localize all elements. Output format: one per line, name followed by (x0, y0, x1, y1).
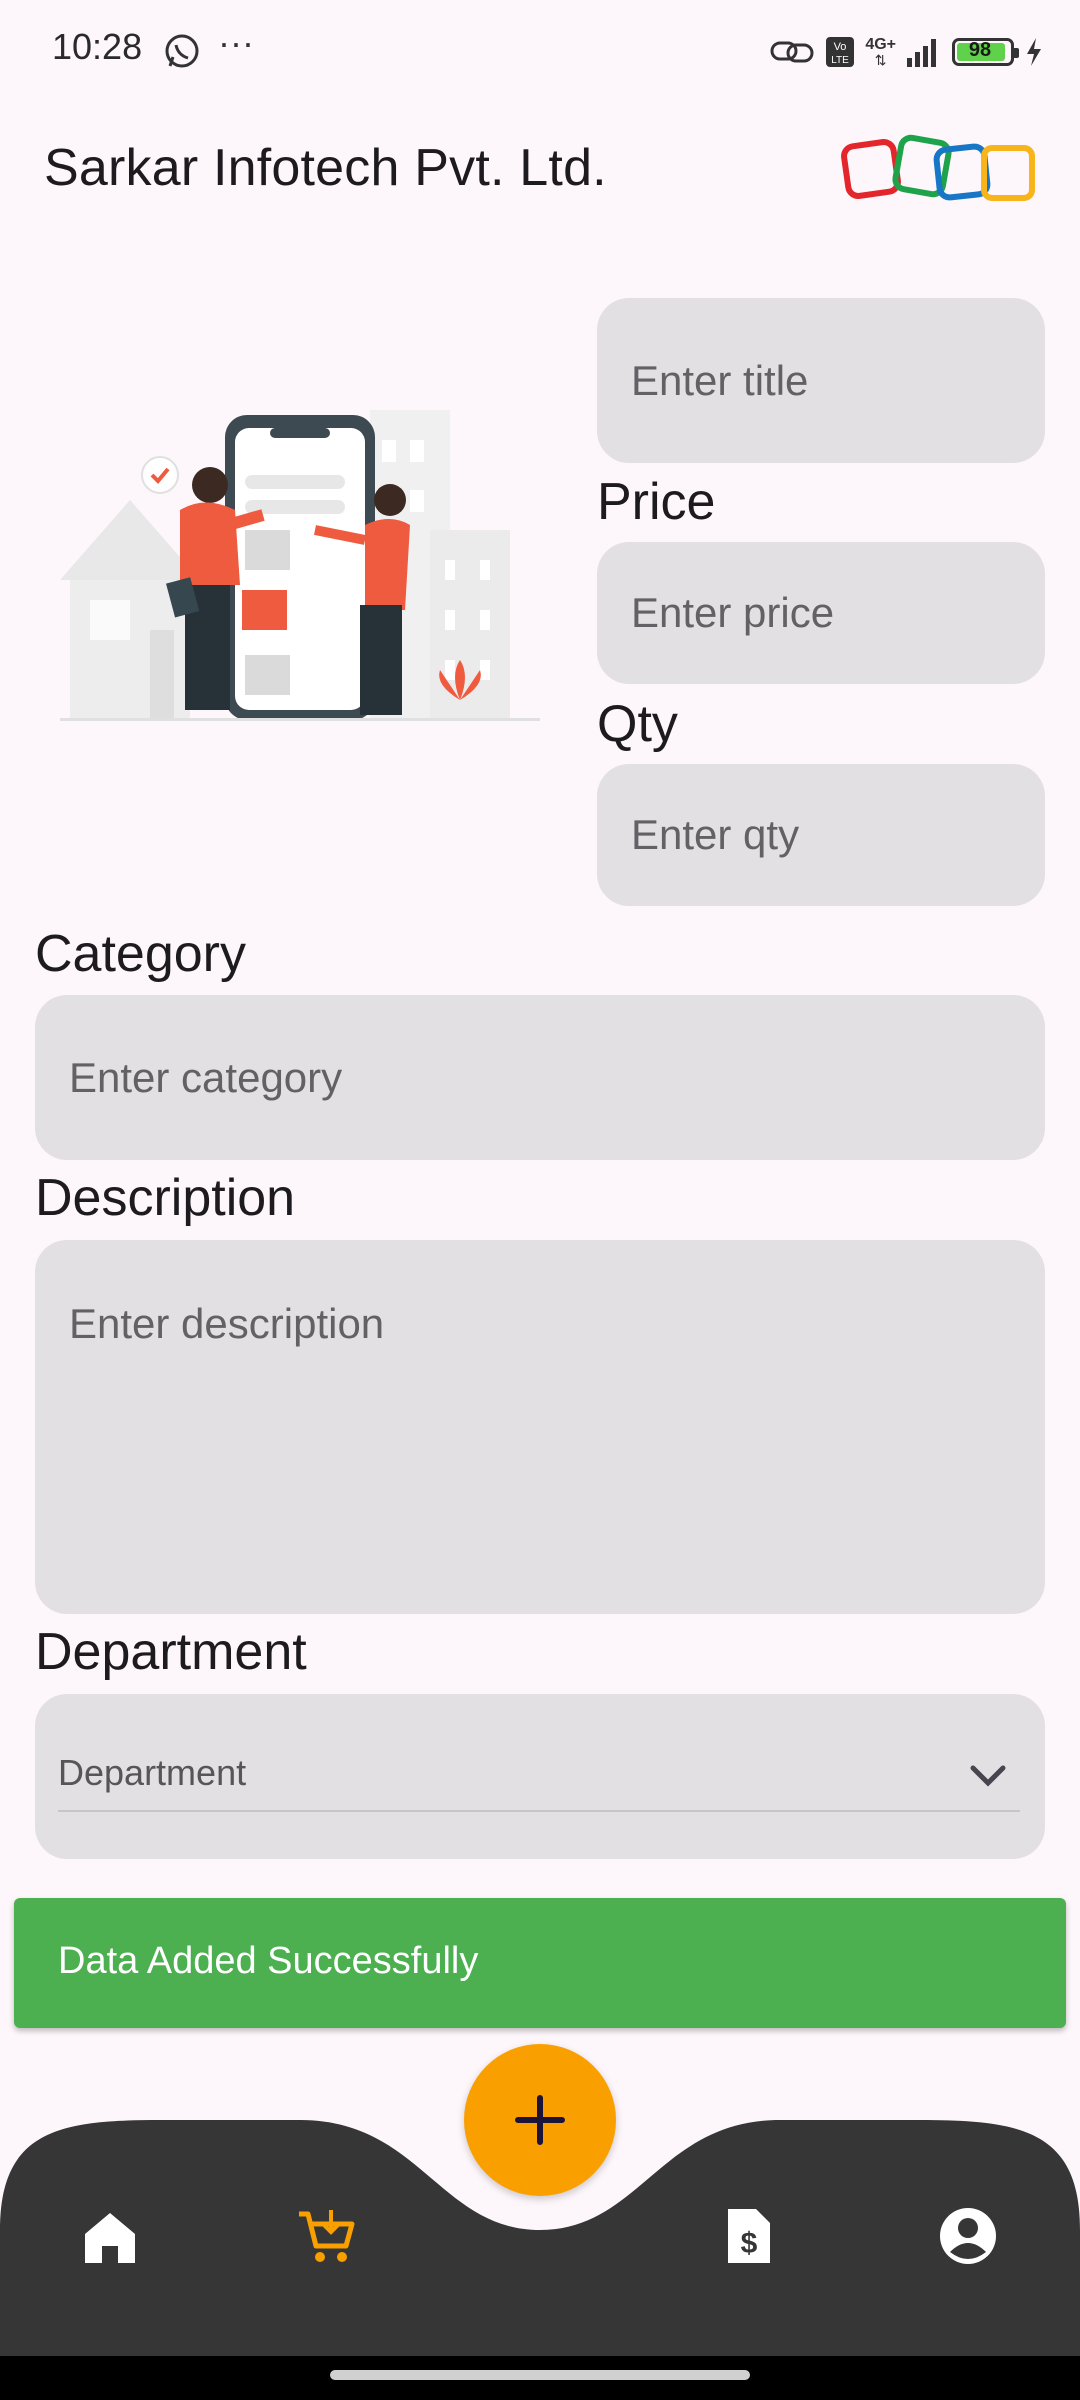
category-input[interactable] (35, 995, 1045, 1160)
qty-label: Qty (597, 695, 678, 753)
gesture-home-indicator[interactable] (330, 2370, 750, 2380)
cart-icon[interactable] (296, 2206, 356, 2266)
department-dropdown-hint: Department (58, 1752, 247, 1793)
company-logo (841, 134, 1035, 201)
status-icons: Vo LTE 4G+ ⇅ 98 (769, 24, 1044, 80)
price-label: Price (597, 473, 716, 531)
network-type: 4G+ ⇅ (865, 36, 896, 68)
home-icon[interactable] (80, 2208, 140, 2268)
snackbar-message: Data Added Successfully (58, 1940, 479, 1982)
plus-icon (515, 2095, 565, 2145)
category-label: Category (35, 925, 246, 983)
battery-icon: 98 (952, 38, 1019, 66)
charging-icon (1027, 38, 1041, 66)
price-input[interactable] (597, 542, 1045, 684)
chevron-down-icon[interactable] (968, 1762, 1008, 1790)
svg-text:LTE: LTE (832, 55, 850, 66)
title-input[interactable] (597, 298, 1045, 463)
link-icon (770, 41, 814, 63)
status-time: 10:28 (52, 26, 143, 67)
whatsapp-icon (165, 34, 199, 68)
svg-text:$: $ (741, 2227, 758, 2260)
volte-icon: Vo LTE (826, 37, 855, 67)
illustration-image (60, 410, 540, 721)
more-notifications-icon: ··· (218, 22, 254, 63)
dropdown-underline (58, 1810, 1020, 1812)
add-fab-button[interactable] (464, 2044, 616, 2196)
invoice-icon[interactable]: $ (718, 2206, 778, 2266)
signal-icon (907, 39, 936, 67)
svg-text:Vo: Vo (834, 41, 847, 53)
description-label: Description (35, 1169, 296, 1227)
description-input[interactable] (35, 1240, 1045, 1614)
department-label: Department (35, 1623, 307, 1681)
account-icon[interactable] (938, 2206, 998, 2266)
success-snackbar: Data Added Successfully (14, 1898, 1066, 2028)
qty-input[interactable] (597, 764, 1045, 906)
battery-level: 98 (968, 39, 992, 61)
app-title: Sarkar Infotech Pvt. Ltd. (44, 139, 607, 197)
